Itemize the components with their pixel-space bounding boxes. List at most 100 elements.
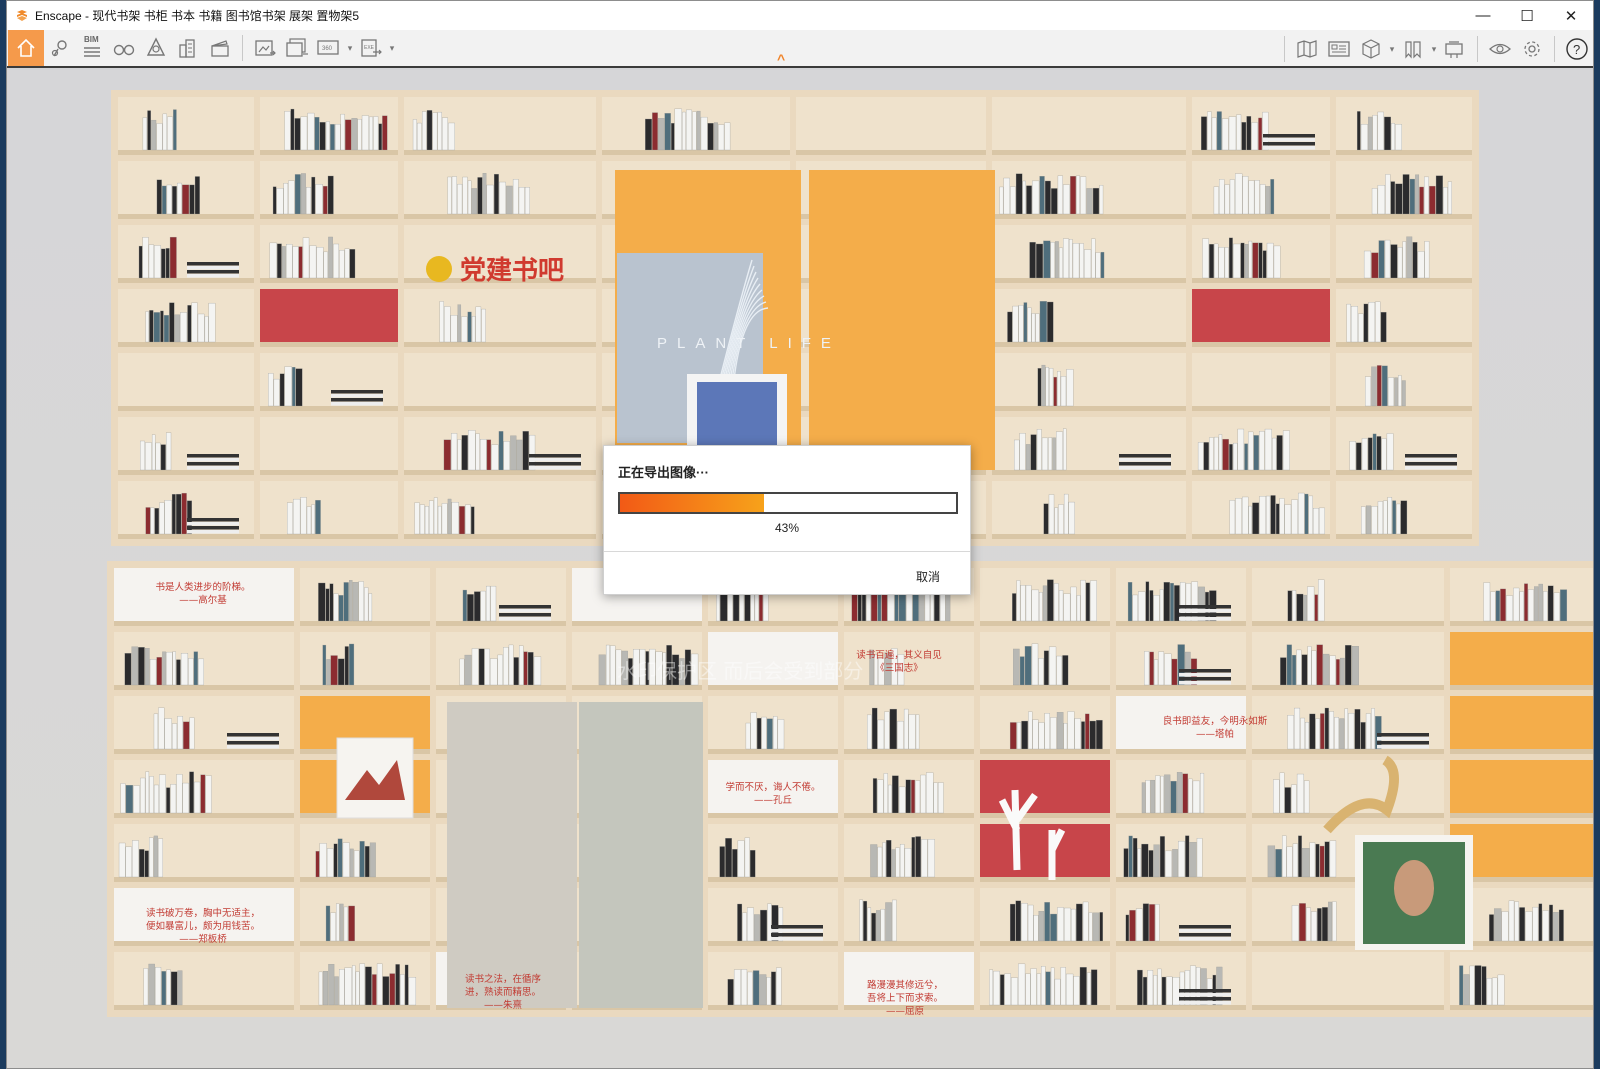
book (300, 116, 308, 151)
book (870, 844, 878, 878)
export-button[interactable]: EXE (355, 33, 387, 63)
book (1150, 779, 1156, 814)
book (1372, 433, 1377, 471)
book (132, 840, 139, 878)
book (149, 659, 157, 686)
book (344, 248, 350, 279)
stacked-book (187, 454, 239, 458)
settings-button[interactable] (1516, 34, 1548, 64)
shelf-plank (260, 150, 398, 155)
book (758, 592, 763, 622)
book (1321, 907, 1328, 942)
quote-text: 读书百遍，其义自见 (856, 649, 942, 661)
book (1025, 444, 1031, 471)
book (1242, 496, 1249, 535)
book (754, 914, 760, 942)
book (1363, 303, 1369, 343)
video-editor-button[interactable] (204, 33, 236, 63)
book (610, 645, 616, 686)
book (1384, 116, 1391, 151)
book (1236, 114, 1242, 151)
book (1145, 780, 1151, 814)
book (156, 657, 162, 686)
book (1284, 787, 1292, 814)
help-button[interactable]: ? (1561, 34, 1593, 64)
book (1144, 651, 1150, 686)
book (1073, 976, 1080, 1006)
map-button[interactable] (1291, 34, 1323, 64)
bookmark-dropdown-chevron-down-icon[interactable]: ▾ (1429, 34, 1439, 64)
book (333, 593, 339, 622)
render-viewport[interactable]: PLANT LIFE 党建书吧 书是人类进步的阶梯。 ——高尔基 读书百遍，其义自见 《三… (7, 70, 1593, 1068)
shelf-plank (300, 877, 430, 882)
shelf-plank (404, 470, 596, 475)
location-button[interactable] (44, 33, 76, 63)
book (181, 492, 187, 535)
shelf-plank (300, 941, 430, 946)
objects-dropdown-chevron-down-icon[interactable]: ▾ (1387, 34, 1397, 64)
objects-button[interactable] (1355, 34, 1387, 64)
capture-button[interactable] (1439, 34, 1471, 64)
stacked-book (1179, 613, 1231, 617)
book (1091, 238, 1096, 279)
book (1229, 444, 1233, 471)
book (1031, 643, 1039, 686)
home-button[interactable] (8, 30, 44, 66)
book (1385, 174, 1391, 215)
stacked-book (1263, 138, 1315, 142)
batch-render-button[interactable] (281, 33, 313, 63)
book (166, 969, 171, 1006)
book (880, 908, 886, 942)
shelf-plank (708, 621, 838, 626)
book (408, 977, 417, 1006)
book (1178, 840, 1185, 878)
views-icon (1328, 41, 1350, 57)
book (645, 118, 652, 151)
visibility-button[interactable] (1484, 34, 1516, 64)
book (307, 112, 315, 151)
shelf-cell (118, 97, 254, 155)
book (170, 971, 178, 1006)
book (1096, 719, 1103, 750)
book (1229, 179, 1235, 215)
book (330, 124, 335, 151)
book (1050, 717, 1057, 750)
minimize-button[interactable]: — (1461, 1, 1505, 30)
book (153, 713, 159, 750)
book (1354, 709, 1361, 750)
book (1076, 175, 1080, 215)
book (1079, 967, 1087, 1006)
shelf-plank (992, 470, 1186, 475)
book (905, 779, 911, 814)
book (1233, 442, 1238, 471)
panorama-button[interactable]: 360 (313, 33, 345, 63)
book (149, 776, 154, 814)
bim-button[interactable]: BIM (76, 33, 108, 63)
book (352, 582, 359, 622)
export-dropdown-chevron-down-icon[interactable]: ▾ (387, 33, 397, 63)
book (373, 116, 379, 151)
book (742, 912, 747, 942)
book (479, 439, 487, 471)
book (342, 842, 350, 878)
visual-settings-button[interactable] (108, 33, 140, 63)
enscape-logo-icon (15, 9, 29, 23)
views-button[interactable] (1323, 34, 1355, 64)
book (915, 780, 921, 814)
site-context-button[interactable] (172, 33, 204, 63)
panorama-dropdown-chevron-down-icon[interactable]: ▾ (345, 33, 355, 63)
maximize-button[interactable]: ☐ (1505, 1, 1549, 30)
collapse-toolbar-arrow-icon[interactable]: ^ (777, 51, 785, 67)
book (1286, 846, 1293, 878)
book (1306, 907, 1311, 942)
bookmark-button[interactable] (1397, 34, 1429, 64)
close-button[interactable]: ✕ (1549, 1, 1593, 30)
book (1259, 431, 1265, 471)
book (1284, 504, 1292, 535)
book (598, 654, 606, 686)
book (357, 119, 362, 151)
render-image-button[interactable] (249, 33, 281, 63)
cancel-button[interactable]: 取消 (916, 568, 940, 585)
asset-library-button[interactable] (140, 33, 172, 63)
book (1270, 179, 1275, 215)
